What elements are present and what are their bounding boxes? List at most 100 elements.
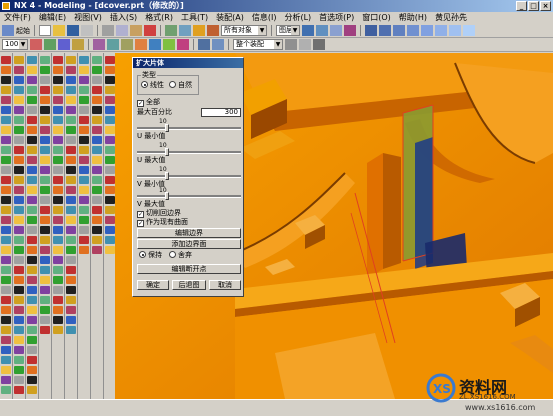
surface-tool-icon[interactable] [27, 336, 37, 344]
curve-tool-icon[interactable] [1, 116, 11, 124]
curve-tool-icon[interactable] [1, 266, 11, 274]
view-right-icon[interactable] [393, 25, 405, 36]
sync-tool-icon[interactable] [53, 156, 63, 164]
curve-tool-icon[interactable] [1, 86, 11, 94]
sync-tool-icon[interactable] [53, 136, 63, 144]
analysis-tool-icon[interactable] [66, 296, 76, 304]
surface-tool-icon[interactable] [27, 166, 37, 174]
analysis-tool-icon[interactable] [66, 96, 76, 104]
edit-boundary-button[interactable]: 编辑边界 [137, 228, 241, 238]
assembly-tool-icon[interactable] [105, 176, 115, 184]
edit-break-points-button[interactable]: 编辑断开点 [137, 264, 241, 274]
feature-tool-icon[interactable] [14, 246, 24, 254]
snap-scope-combo[interactable]: 整个装配 ▼ [233, 39, 283, 50]
cancel-button[interactable]: 取消 [209, 280, 241, 290]
curve-tool-icon[interactable] [1, 346, 11, 354]
view-iso-icon[interactable] [407, 25, 419, 36]
curve-tool-icon[interactable] [1, 326, 11, 334]
surface-tool-icon[interactable] [27, 316, 37, 324]
render-tool-icon[interactable] [92, 206, 102, 214]
undo-icon[interactable] [165, 25, 177, 36]
start-icon[interactable] [2, 25, 14, 36]
render-tool-icon[interactable] [92, 136, 102, 144]
feature-tool-icon[interactable] [14, 226, 24, 234]
edit-feature-tool-icon[interactable] [40, 236, 50, 244]
feature-tool-icon[interactable] [14, 216, 24, 224]
sync-tool-icon[interactable] [53, 186, 63, 194]
view-tool-icon[interactable] [79, 56, 89, 64]
sync-tool-icon[interactable] [53, 126, 63, 134]
surface-tool-icon[interactable] [27, 66, 37, 74]
edit-feature-tool-icon[interactable] [40, 226, 50, 234]
feature-tool-icon[interactable] [14, 336, 24, 344]
view-tool-icon[interactable] [79, 196, 89, 204]
analysis-tool-icon[interactable] [66, 206, 76, 214]
sync-tool-icon[interactable] [53, 306, 63, 314]
edit-feature-tool-icon[interactable] [40, 66, 50, 74]
feature-tool-icon[interactable] [14, 206, 24, 214]
sync-tool-icon[interactable] [53, 146, 63, 154]
sync-tool-icon[interactable] [53, 106, 63, 114]
feature-tool-icon[interactable] [14, 66, 24, 74]
menu-view[interactable]: 视图(V) [70, 12, 106, 24]
surface-tool-icon[interactable] [27, 266, 37, 274]
surface-tool-icon[interactable] [27, 86, 37, 94]
analysis-tool-icon[interactable] [66, 156, 76, 164]
assembly-icon[interactable] [285, 39, 297, 50]
analysis-tool-icon[interactable] [66, 186, 76, 194]
surface-tool-icon[interactable] [27, 386, 37, 394]
sync-tool-icon[interactable] [53, 196, 63, 204]
analysis-tool-icon[interactable] [66, 276, 76, 284]
surface-tool-icon[interactable] [27, 216, 37, 224]
layer-settings-icon[interactable] [313, 39, 325, 50]
render-tool-icon[interactable] [92, 236, 102, 244]
feature-tool-icon[interactable] [14, 276, 24, 284]
assembly-tool-icon[interactable] [105, 66, 115, 74]
analysis-tool-icon[interactable] [66, 236, 76, 244]
add-boundary-button[interactable]: 添加边界面 [137, 239, 241, 249]
trim-boundary-checkbox[interactable]: ✓ 切削回边界 [137, 209, 181, 218]
feature-tool-icon[interactable] [14, 316, 24, 324]
edit-feature-tool-icon[interactable] [40, 306, 50, 314]
view-tool-icon[interactable] [79, 236, 89, 244]
feature-tool-icon[interactable] [14, 356, 24, 364]
snap-point-icon[interactable] [72, 39, 84, 50]
sync-tool-icon[interactable] [53, 276, 63, 284]
type-linear-radio[interactable]: 线性 [141, 81, 164, 90]
edit-feature-tool-icon[interactable] [40, 216, 50, 224]
render-tool-icon[interactable] [92, 86, 102, 94]
copy-icon[interactable] [116, 25, 128, 36]
edit-feature-tool-icon[interactable] [40, 296, 50, 304]
shell-icon[interactable] [177, 39, 189, 50]
feature-tool-icon[interactable] [14, 126, 24, 134]
edit-feature-tool-icon[interactable] [40, 326, 50, 334]
as-copy-checkbox[interactable]: ✓ 作为现有曲面 [137, 218, 188, 227]
sync-tool-icon[interactable] [53, 166, 63, 174]
assembly-tool-icon[interactable] [105, 56, 115, 64]
view-bottom-icon[interactable] [449, 25, 461, 36]
assembly-tool-icon[interactable] [105, 136, 115, 144]
sync-tool-icon[interactable] [53, 216, 63, 224]
sync-tool-icon[interactable] [53, 76, 63, 84]
blend-icon[interactable] [149, 39, 161, 50]
sync-tool-icon[interactable] [53, 236, 63, 244]
assembly-tool-icon[interactable] [105, 216, 115, 224]
max-percent-input[interactable]: 300 [201, 108, 241, 117]
curve-tool-icon[interactable] [1, 336, 11, 344]
assembly-tool-icon[interactable] [105, 86, 115, 94]
select-icon[interactable] [193, 25, 205, 36]
render-tool-icon[interactable] [92, 66, 102, 74]
view-fit-icon[interactable] [302, 25, 314, 36]
view-tool-icon[interactable] [79, 86, 89, 94]
snap-midpoint-icon[interactable] [44, 39, 56, 50]
minimize-button[interactable]: _ [516, 1, 527, 11]
redo-icon[interactable] [179, 25, 191, 36]
edit-feature-tool-icon[interactable] [40, 266, 50, 274]
revolve-icon[interactable] [121, 39, 133, 50]
feature-tool-icon[interactable] [14, 326, 24, 334]
analysis-tool-icon[interactable] [66, 66, 76, 74]
feature-tool-icon[interactable] [14, 116, 24, 124]
feature-tool-icon[interactable] [14, 346, 24, 354]
save-icon[interactable] [67, 25, 79, 36]
view-tool-icon[interactable] [79, 216, 89, 224]
